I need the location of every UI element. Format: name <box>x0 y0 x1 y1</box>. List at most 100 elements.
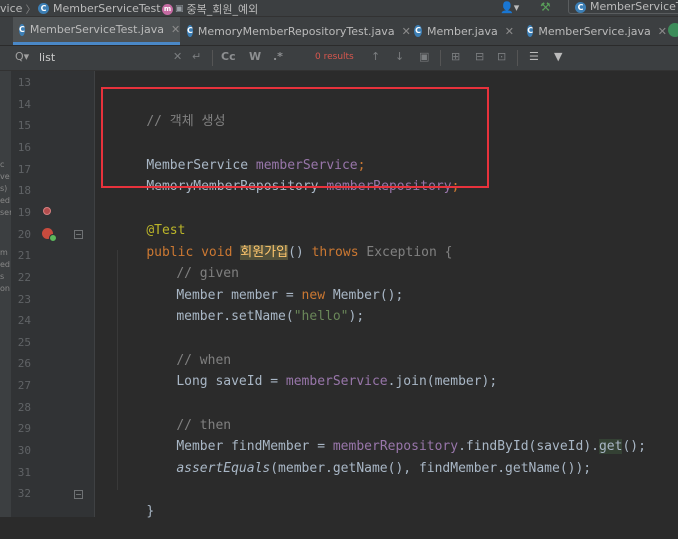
regex-toggle[interactable]: .* <box>273 50 283 63</box>
add-occurrence-icon[interactable]: ⊞ <box>451 50 460 63</box>
code-line-21: // given <box>145 247 239 281</box>
previous-occurrence-icon[interactable]: ↑ <box>371 50 380 63</box>
filter-icon[interactable]: ▼ <box>554 50 562 63</box>
clear-search-icon[interactable]: ✕ <box>173 50 182 63</box>
line-number: 13 <box>17 76 31 89</box>
close-icon[interactable]: ✕ <box>171 23 180 36</box>
code-static-method: assertEquals <box>176 461 271 476</box>
code-line-32: } <box>115 485 154 519</box>
panel-text: ed <box>0 196 10 205</box>
code-line-22: Member member = new Member(); <box>145 269 403 303</box>
breadcrumb-label: MemberServiceTest <box>53 2 161 15</box>
select-occurrences-icon[interactable]: ⊡ <box>497 50 506 63</box>
code-keyword: throws <box>311 245 359 260</box>
panel-text: s) <box>0 184 8 193</box>
tab-memory-member-repository-test[interactable]: C MemoryMemberRepositoryTest.java ✕ <box>181 17 411 45</box>
line-number: 15 <box>17 119 31 133</box>
run-test-icon[interactable] <box>42 228 57 242</box>
panel-text: ve <box>0 172 10 181</box>
breakpoint-icon[interactable] <box>43 207 51 215</box>
line-number: 17 <box>17 162 31 176</box>
code-line-23: member.setName("hello"); <box>145 290 364 324</box>
user-icon[interactable]: 👤▾ <box>500 1 519 14</box>
code-line-28: // then <box>145 399 231 433</box>
build-hammer-icon[interactable]: ⚒ <box>540 0 551 14</box>
code-line-29: Member findMember = memberRepository.fin… <box>145 420 646 454</box>
code-exception: Exception { <box>366 245 453 260</box>
breadcrumb-item-method[interactable]: m ▣ 중복_회원_예외 <box>162 1 259 16</box>
line-number: 18 <box>17 184 31 198</box>
breadcrumb-label: vice <box>0 2 23 15</box>
search-icon[interactable]: Q▾ <box>15 50 29 63</box>
close-icon[interactable]: ✕ <box>658 25 667 38</box>
new-line-icon[interactable]: ↵ <box>192 50 201 63</box>
class-icon: C <box>187 25 193 37</box>
code-line-26: Long saveId = memberService.join(member)… <box>145 355 497 389</box>
code-line-25: // when <box>145 334 231 368</box>
line-number: 23 <box>17 292 31 306</box>
close-icon[interactable]: ✕ <box>505 25 514 38</box>
class-icon: C <box>19 23 25 36</box>
lock-icon: ▣ <box>175 4 184 14</box>
search-results-count: 0 results <box>315 52 354 62</box>
panel-text: ser <box>0 208 11 217</box>
code-line-20: public void 회원가입() throws Exception { <box>115 226 452 260</box>
code-line-19: @Test <box>115 204 185 238</box>
filter-lines-icon[interactable]: ☰ <box>529 50 539 63</box>
method-icon: m <box>162 3 173 15</box>
line-number: 24 <box>17 314 31 328</box>
line-number: 27 <box>17 379 31 393</box>
whole-words-toggle[interactable]: W <box>249 50 261 63</box>
tab-member[interactable]: C Member.java ✕ <box>408 17 514 45</box>
fold-icon[interactable]: − <box>74 230 83 239</box>
chevron-right-icon: 〉 <box>22 5 36 16</box>
editor-tab-bar: C MemberServiceTest.java ✕ C MemoryMembe… <box>0 17 678 46</box>
line-number: 25 <box>17 335 31 349</box>
code-text: member.setName( <box>176 309 294 324</box>
breadcrumb-label: 중복_회원_예외 <box>186 3 259 16</box>
panel-text: m <box>0 248 8 257</box>
panel-text: c <box>0 160 5 169</box>
line-number: 30 <box>17 444 31 458</box>
line-number: 28 <box>17 400 31 414</box>
tab-label: MemberService.java <box>538 24 651 38</box>
highlight-annotation-box <box>101 87 489 188</box>
fold-icon[interactable]: − <box>74 490 83 499</box>
match-case-toggle[interactable]: Cc <box>221 50 236 63</box>
code-text: (member.getName(), findMember.getName())… <box>270 461 592 476</box>
tab-label: MemberServiceTest.java <box>29 23 164 36</box>
select-all-occurrences-icon[interactable]: ▣ <box>419 50 429 63</box>
find-bar: Q▾ ✕ ↵ Cc W .* 0 results ↑ ↓ ▣ ⊞ ⊟ ⊡ ☰ ▼ <box>0 46 678 71</box>
breadcrumb-item-package[interactable]: vice 〉 <box>0 1 36 16</box>
code-text: (); <box>622 439 646 454</box>
code-string: "hello" <box>293 309 349 324</box>
search-input[interactable] <box>39 49 159 66</box>
panel-text: ed <box>0 260 10 269</box>
code-method-name: 회원가입 <box>240 245 289 260</box>
class-icon: C <box>414 25 422 37</box>
line-number: 29 <box>17 422 31 436</box>
breadcrumb-item-class[interactable]: C MemberServiceTest 〉 <box>38 1 174 16</box>
line-number: 26 <box>17 357 31 371</box>
panel-text: on <box>0 284 10 293</box>
tab-member-service[interactable]: C MemberService.java ✕ <box>521 17 667 45</box>
code-text: Long saveId = <box>176 374 286 389</box>
run-config-label: MemberServiceT <box>590 0 678 13</box>
code-field: memberService <box>285 374 388 389</box>
code-text: () <box>288 245 304 260</box>
remove-occurrence-icon[interactable]: ⊟ <box>475 50 484 63</box>
panel-text: s <box>0 272 5 281</box>
line-number: 21 <box>17 249 31 263</box>
run-configuration-select[interactable]: C MemberServiceT <box>568 0 678 14</box>
project-panel-edge: c ve s) ed ser m ed s on <box>0 71 11 517</box>
class-icon: C <box>38 3 49 14</box>
line-number: 16 <box>17 140 31 154</box>
tab-overflow-icon[interactable] <box>668 23 678 37</box>
class-icon: C <box>527 25 534 37</box>
line-number: 14 <box>17 97 31 111</box>
line-number: 31 <box>17 465 31 479</box>
navigation-bar: vice 〉 C MemberServiceTest 〉 m ▣ 중복_회원_예… <box>0 0 678 17</box>
tab-member-service-test[interactable]: C MemberServiceTest.java ✕ <box>13 17 180 45</box>
next-occurrence-icon[interactable]: ↓ <box>395 50 404 63</box>
tab-label: MemoryMemberRepositoryTest.java <box>197 24 395 38</box>
